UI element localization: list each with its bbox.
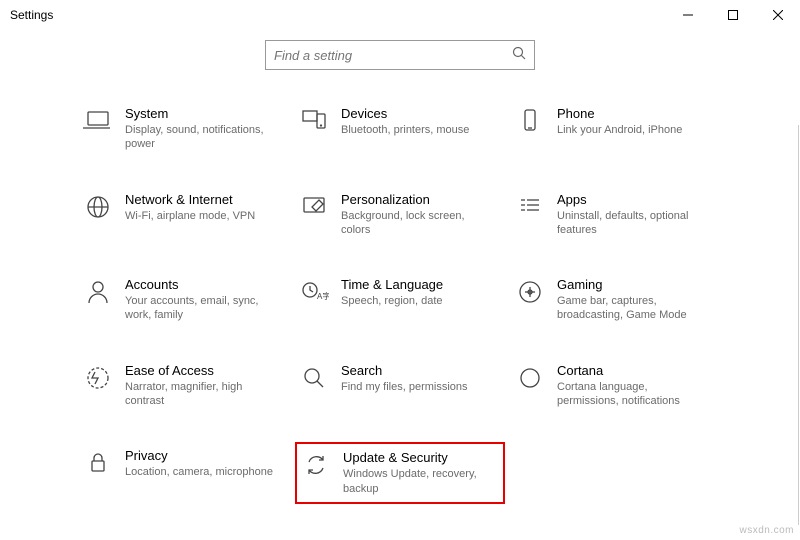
gaming-icon <box>515 277 545 307</box>
update-icon <box>301 450 331 480</box>
globe-icon <box>83 192 113 222</box>
category-desc: Cortana language, permissions, notificat… <box>557 380 707 409</box>
watermark: wsxdn.com <box>739 525 794 536</box>
category-title: Apps <box>557 192 707 207</box>
category-desc: Game bar, captures, broadcasting, Game M… <box>557 294 707 323</box>
person-icon <box>83 277 113 307</box>
category-privacy[interactable]: Privacy Location, camera, microphone <box>79 442 289 504</box>
category-text: Cortana Cortana language, permissions, no… <box>557 363 707 409</box>
category-desc: Display, sound, notifications, power <box>125 123 275 152</box>
category-title: Gaming <box>557 277 707 292</box>
category-title: Time & Language <box>341 277 443 292</box>
apps-icon <box>515 192 545 222</box>
content-area: System Display, sound, notifications, pow… <box>0 30 800 504</box>
brush-icon <box>299 192 329 222</box>
category-title: System <box>125 106 275 121</box>
category-gaming[interactable]: Gaming Game bar, captures, broadcasting, … <box>511 271 721 329</box>
maximize-button[interactable] <box>710 0 755 30</box>
category-title: Accounts <box>125 277 275 292</box>
category-text: Time & Language Speech, region, date <box>341 277 443 308</box>
minimize-button[interactable] <box>665 0 710 30</box>
category-cortana[interactable]: Cortana Cortana language, permissions, no… <box>511 357 721 415</box>
cortana-icon <box>515 363 545 393</box>
close-button[interactable] <box>755 0 800 30</box>
ease-icon <box>83 363 113 393</box>
category-search[interactable]: Search Find my files, permissions <box>295 357 505 415</box>
laptop-icon <box>83 106 113 136</box>
category-title: Ease of Access <box>125 363 275 378</box>
category-text: Apps Uninstall, defaults, optional featur… <box>557 192 707 238</box>
category-apps[interactable]: Apps Uninstall, defaults, optional featur… <box>511 186 721 244</box>
category-title: Network & Internet <box>125 192 255 207</box>
category-desc: Location, camera, microphone <box>125 465 273 479</box>
category-accounts[interactable]: Accounts Your accounts, email, sync, work… <box>79 271 289 329</box>
category-title: Devices <box>341 106 469 121</box>
category-desc: Wi-Fi, airplane mode, VPN <box>125 209 255 223</box>
category-desc: Uninstall, defaults, optional features <box>557 209 707 238</box>
category-text: Gaming Game bar, captures, broadcasting, … <box>557 277 707 323</box>
search-icon <box>512 46 526 65</box>
scrollbar[interactable] <box>798 125 799 525</box>
titlebar: Settings <box>0 0 800 30</box>
category-desc: Speech, region, date <box>341 294 443 308</box>
category-desc: Narrator, magnifier, high contrast <box>125 380 275 409</box>
category-text: Accounts Your accounts, email, sync, work… <box>125 277 275 323</box>
category-personalization[interactable]: Personalization Background, lock screen, … <box>295 186 505 244</box>
category-desc: Your accounts, email, sync, work, family <box>125 294 275 323</box>
search-cat-icon <box>299 363 329 393</box>
category-text: Devices Bluetooth, printers, mouse <box>341 106 469 137</box>
category-text: Network & Internet Wi-Fi, airplane mode, … <box>125 192 255 223</box>
category-title: Personalization <box>341 192 491 207</box>
category-time-language[interactable]: Time & Language Speech, region, date <box>295 271 505 329</box>
time-lang-icon <box>299 277 329 307</box>
category-phone[interactable]: Phone Link your Android, iPhone <box>511 100 721 158</box>
category-ease-of-access[interactable]: Ease of Access Narrator, magnifier, high … <box>79 357 289 415</box>
minimize-icon <box>683 10 693 20</box>
search-box[interactable] <box>265 40 535 70</box>
category-title: Phone <box>557 106 682 121</box>
category-title: Update & Security <box>343 450 493 465</box>
category-text: Update & Security Windows Update, recover… <box>343 450 493 496</box>
category-update-security[interactable]: Update & Security Windows Update, recover… <box>295 442 505 504</box>
phone-icon <box>515 106 545 136</box>
category-title: Privacy <box>125 448 273 463</box>
settings-grid: System Display, sound, notifications, pow… <box>69 100 731 504</box>
category-desc: Link your Android, iPhone <box>557 123 682 137</box>
devices-icon <box>299 106 329 136</box>
category-text: Phone Link your Android, iPhone <box>557 106 682 137</box>
maximize-icon <box>728 10 738 20</box>
category-desc: Find my files, permissions <box>341 380 468 394</box>
category-text: Personalization Background, lock screen, … <box>341 192 491 238</box>
category-text: Ease of Access Narrator, magnifier, high … <box>125 363 275 409</box>
category-system[interactable]: System Display, sound, notifications, pow… <box>79 100 289 158</box>
window-title: Settings <box>10 8 53 22</box>
category-network-internet[interactable]: Network & Internet Wi-Fi, airplane mode, … <box>79 186 289 244</box>
category-title: Search <box>341 363 468 378</box>
category-text: Privacy Location, camera, microphone <box>125 448 273 479</box>
category-desc: Bluetooth, printers, mouse <box>341 123 469 137</box>
search-input[interactable] <box>274 48 512 63</box>
category-title: Cortana <box>557 363 707 378</box>
category-devices[interactable]: Devices Bluetooth, printers, mouse <box>295 100 505 158</box>
close-icon <box>773 10 783 20</box>
category-text: Search Find my files, permissions <box>341 363 468 394</box>
category-desc: Windows Update, recovery, backup <box>343 467 493 496</box>
search-container <box>0 40 800 70</box>
category-text: System Display, sound, notifications, pow… <box>125 106 275 152</box>
lock-icon <box>83 448 113 478</box>
category-desc: Background, lock screen, colors <box>341 209 491 238</box>
